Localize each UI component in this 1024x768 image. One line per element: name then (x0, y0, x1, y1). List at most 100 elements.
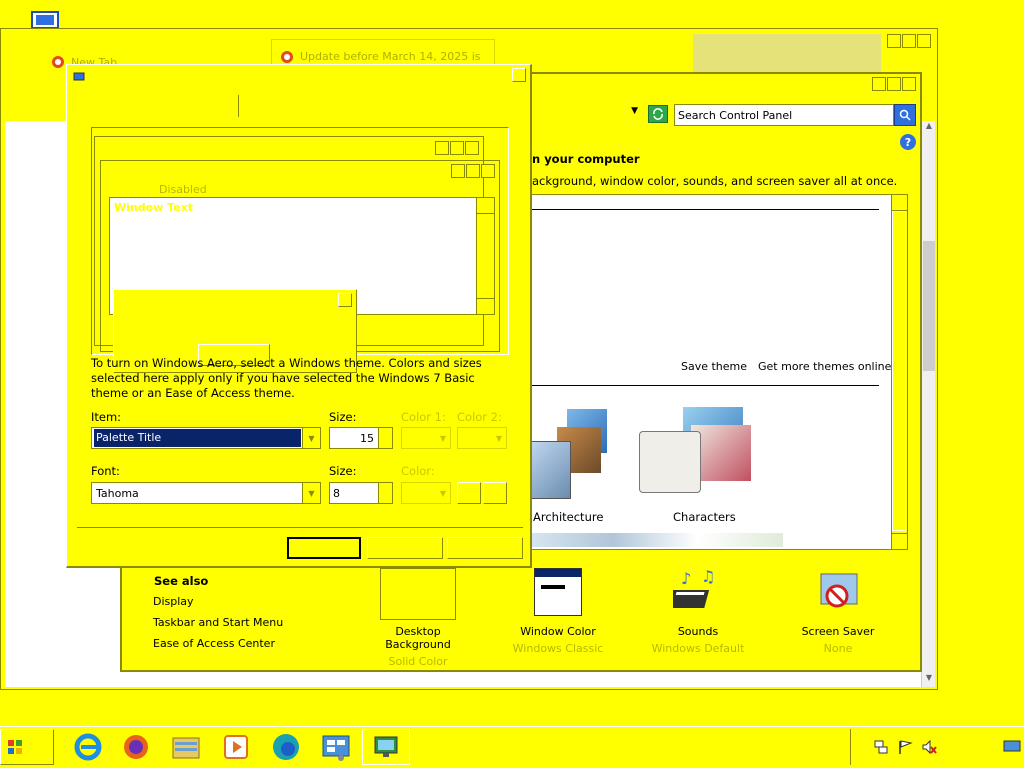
dialog-icon (73, 72, 85, 81)
minimize-button[interactable] (872, 77, 886, 91)
screen-saver-label: Screen Saver (801, 625, 875, 638)
taskbar-firefox[interactable] (118, 729, 154, 765)
desktop-background-item[interactable]: Desktop Background Solid Color (362, 568, 474, 668)
refresh-button[interactable] (648, 105, 668, 123)
item-size-arrow[interactable] (378, 428, 392, 448)
theme-thumbnail-architecture[interactable] (527, 405, 607, 501)
system-tray (850, 729, 1024, 765)
ok-button[interactable] (287, 537, 361, 559)
search-button[interactable] (894, 104, 916, 126)
preview-window-text: Window Text (114, 201, 194, 214)
action-center-flag-icon[interactable] (897, 739, 913, 755)
screen-saver-icon (820, 573, 858, 608)
browser-window-controls (887, 34, 931, 48)
get-more-themes-link[interactable]: Get more themes online (758, 360, 891, 373)
firefox-icon (124, 735, 148, 759)
see-also-title: See also (154, 574, 209, 588)
apply-button[interactable] (447, 537, 523, 559)
font-size-arrow[interactable] (378, 483, 392, 503)
address-bar-dropdown[interactable]: ▼ (522, 106, 642, 124)
bold-button[interactable] (457, 482, 481, 504)
font-select-arrow[interactable]: ▼ (302, 483, 320, 503)
firefox-icon (52, 56, 64, 68)
window-color-dialog: Disabled Window Text To turn on Windows … (66, 64, 532, 568)
taskbar-explorer[interactable] (168, 729, 204, 765)
color1-button[interactable]: ▼ (401, 427, 451, 449)
italic-button[interactable] (483, 482, 507, 504)
firefox-icon (281, 50, 293, 63)
windows-logo-icon (8, 740, 22, 754)
window-color-icon (534, 568, 582, 616)
monitor-icon (31, 11, 59, 29)
font-color-label: Color: (401, 464, 435, 478)
font-color-button[interactable]: ▼ (401, 482, 451, 504)
preview-maximize (466, 164, 480, 178)
window-color-item[interactable]: Window Color Windows Classic (502, 568, 614, 660)
screen-saver-item[interactable]: Screen Saver None (782, 568, 894, 660)
personalization-icon (374, 736, 398, 757)
dialog-divider (77, 527, 523, 528)
item-size-label: Size: (329, 410, 357, 424)
theme-list-top-rule (527, 209, 879, 210)
color2-button[interactable]: ▼ (457, 427, 507, 449)
start-button[interactable] (0, 729, 54, 765)
desktop-background-sub: Solid Color (388, 655, 448, 668)
desktop-icon[interactable] (14, 10, 62, 30)
theme-label-characters[interactable]: Characters (673, 510, 736, 524)
theme-label-architecture[interactable]: Architecture (533, 510, 603, 524)
theme-list-rule (527, 385, 879, 386)
item-select-arrow[interactable]: ▼ (302, 428, 320, 448)
network-icon[interactable] (873, 739, 889, 755)
color2-label: Color 2: (457, 410, 502, 424)
taskbar-edge[interactable] (268, 729, 304, 765)
theme-thumbnail-characters[interactable] (639, 407, 759, 503)
search-placeholder: Search Control Panel (678, 108, 793, 122)
item-select-value: Palette Title (94, 429, 301, 447)
font-size-label: Size: (329, 464, 357, 478)
sounds-icon: ♪ ♫ (673, 568, 715, 608)
search-input[interactable]: Search Control Panel (674, 104, 894, 126)
dialog-close-button[interactable] (512, 68, 526, 82)
refresh-icon (653, 108, 663, 120)
desktop-background-label: Desktop Background (385, 625, 451, 651)
show-desktop-icon[interactable] (1003, 740, 1021, 754)
search-icon (899, 109, 911, 121)
minimize-button[interactable] (887, 34, 901, 48)
see-also-taskbar-link[interactable]: Taskbar and Start Menu (153, 616, 283, 629)
taskbar-media-player[interactable] (218, 729, 254, 765)
see-also-display-link[interactable]: Display (153, 595, 194, 608)
browser-scrollbar[interactable]: ▲ ▼ (921, 121, 935, 687)
item-select[interactable]: Palette Title ▼ (91, 427, 321, 449)
close-button[interactable] (902, 77, 916, 91)
page-heading: n your computer (532, 152, 640, 166)
page-subheading: ackground, window color, sounds, and scr… (532, 174, 898, 188)
taskbar-ie[interactable] (70, 729, 106, 765)
volume-muted-icon[interactable] (921, 739, 937, 755)
font-size-select[interactable]: 8 (329, 482, 393, 504)
taskbar-control-panel[interactable] (318, 729, 354, 765)
preview-minimize (451, 164, 465, 178)
item-size-spinner[interactable]: 15 (329, 427, 393, 449)
theme-list-scrollbar[interactable] (891, 195, 908, 549)
font-select-value: Tahoma (96, 486, 139, 500)
internet-explorer-icon (74, 733, 102, 761)
close-button[interactable] (917, 34, 931, 48)
preview-scrollbar (476, 198, 494, 314)
save-theme-link[interactable]: Save theme (681, 360, 747, 373)
edge-icon (273, 734, 299, 760)
maximize-button[interactable] (887, 77, 901, 91)
dialog-tab[interactable] (77, 95, 239, 117)
help-icon[interactable]: ? (900, 134, 916, 150)
preview-close (465, 141, 479, 155)
window-color-sub: Windows Classic (512, 642, 604, 655)
font-select[interactable]: Tahoma ▼ (91, 482, 321, 504)
window-color-label: Window Color (520, 625, 596, 638)
taskbar-personalization[interactable] (362, 729, 410, 765)
color1-label: Color 1: (401, 410, 446, 424)
see-also-ease-link[interactable]: Ease of Access Center (153, 637, 275, 650)
cancel-button[interactable] (367, 537, 443, 559)
maximize-button[interactable] (902, 34, 916, 48)
sounds-item[interactable]: ♪ ♫ Sounds Windows Default (642, 568, 754, 660)
item-label: Item: (91, 410, 122, 424)
theme-thumbnail-partial[interactable] (527, 533, 783, 547)
